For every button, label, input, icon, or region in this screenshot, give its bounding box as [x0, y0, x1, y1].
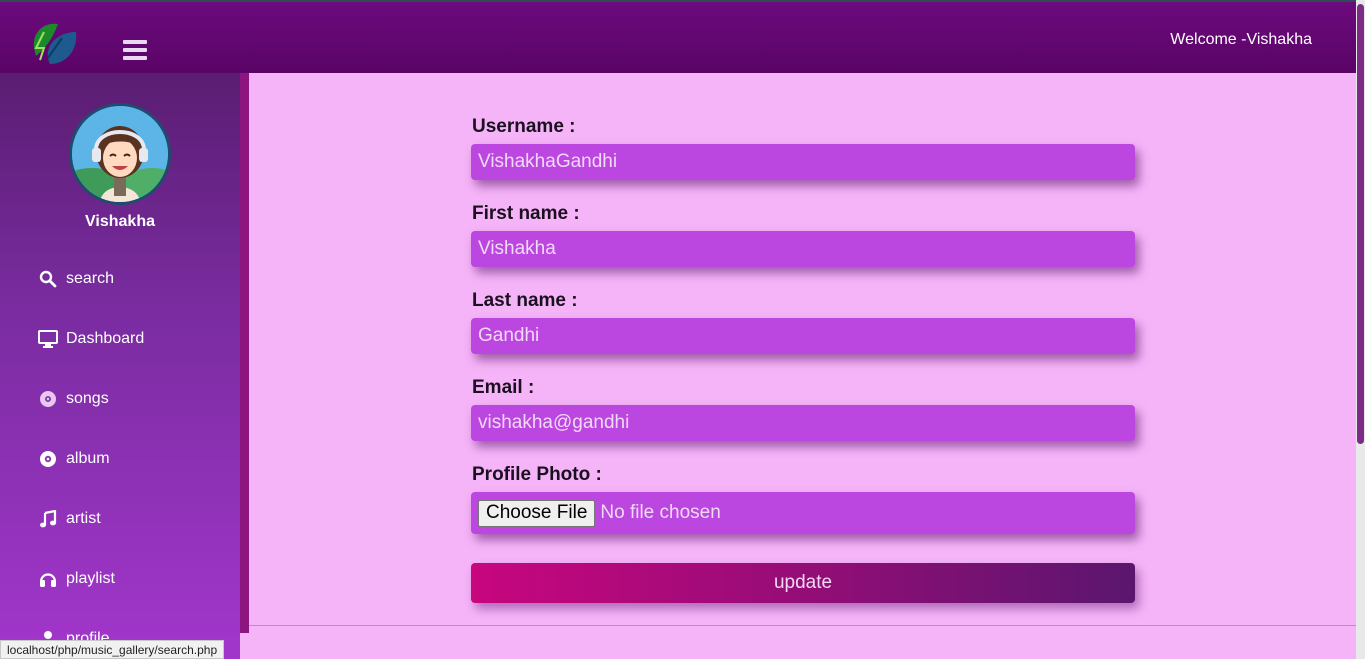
sidebar-item-label: Dashboard	[66, 330, 145, 347]
main-divider	[249, 625, 1356, 626]
sidebar-divider-gap	[240, 633, 249, 659]
sidebar-item-label: album	[66, 450, 110, 467]
firstname-label: First name :	[472, 203, 580, 224]
lastname-label: Last name :	[472, 290, 578, 311]
browser-status-url: localhost/php/music_gallery/search.php	[0, 640, 225, 659]
user-name: Vishakha	[85, 213, 155, 230]
username-label: Username :	[472, 116, 576, 137]
firstname-field[interactable]	[471, 231, 1135, 267]
scrollbar-thumb[interactable]	[1357, 4, 1364, 444]
sidebar-item-songs[interactable]: songs	[38, 387, 109, 411]
profile-photo-input[interactable]: Choose File No file chosen	[471, 492, 1135, 534]
sidebar-item-artist[interactable]: artist	[38, 507, 101, 531]
sidebar-item-label: search	[66, 270, 115, 287]
email-label: Email :	[472, 377, 535, 398]
record-icon	[38, 449, 58, 469]
headphones-icon	[38, 569, 58, 589]
sidebar-item-label: songs	[66, 390, 109, 407]
sidebar-item-dashboard[interactable]: Dashboard	[38, 327, 144, 351]
update-button[interactable]: update	[471, 563, 1135, 603]
sidebar-divider	[240, 73, 249, 633]
lastname-field[interactable]	[471, 318, 1135, 354]
sidebar-item-album[interactable]: album	[38, 447, 110, 471]
sidebar-item-label: artist	[66, 510, 101, 527]
welcome-text: Welcome -Vishakha	[1170, 31, 1312, 48]
page-scrollbar[interactable]	[1356, 0, 1365, 659]
top-navbar: Welcome -Vishakha	[0, 0, 1356, 73]
sidebar-item-playlist[interactable]: playlist	[38, 567, 115, 591]
sidebar-item-label: playlist	[66, 570, 115, 587]
leaf-logo-icon[interactable]	[28, 18, 82, 72]
profile-photo-label: Profile Photo :	[472, 464, 602, 485]
sidebar-item-search[interactable]: search	[38, 267, 114, 291]
email-field[interactable]	[471, 405, 1135, 441]
hamburger-icon[interactable]	[123, 40, 147, 60]
search-icon	[38, 269, 58, 289]
username-field[interactable]	[471, 144, 1135, 180]
disc-icon	[38, 389, 58, 409]
monitor-icon	[38, 329, 58, 349]
avatar	[69, 103, 171, 205]
sidebar: Vishakha search Dashboard songs album ar…	[0, 73, 240, 659]
music-note-icon	[38, 509, 58, 529]
choose-file-button[interactable]: Choose File	[478, 499, 596, 527]
no-file-text: No file chosen	[600, 502, 721, 523]
